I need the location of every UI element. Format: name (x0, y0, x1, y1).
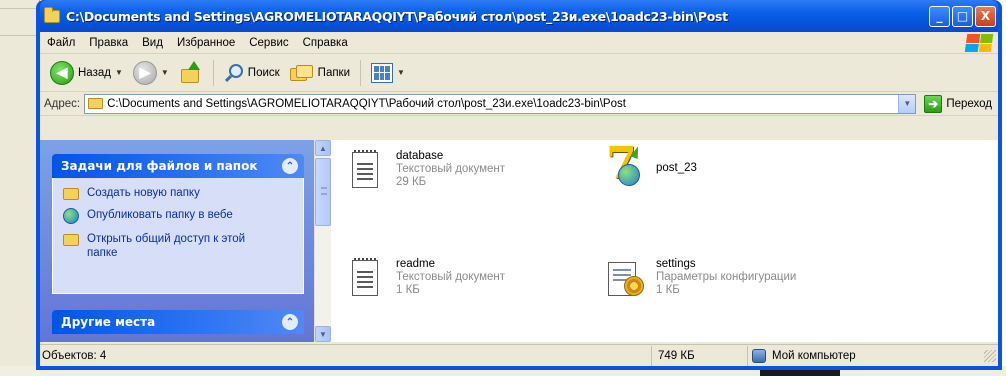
folder-icon (88, 98, 104, 109)
file-name: post_23 (656, 162, 697, 174)
menu-edit[interactable]: Правка (82, 37, 135, 49)
text-document-icon (346, 256, 386, 300)
go-label: Переход (946, 97, 992, 110)
window-client-area: Файл Правка Вид Избранное Сервис Справка… (40, 32, 998, 366)
my-computer-icon (752, 348, 766, 363)
address-dropdown-button[interactable]: ▼ (898, 94, 916, 113)
file-item[interactable]: 7 post_23 (606, 142, 697, 190)
maximize-button[interactable]: □ (952, 5, 973, 27)
application-icon: 7 (606, 142, 646, 190)
folders-icon (289, 63, 314, 83)
location-label: Мой компьютер (772, 349, 856, 362)
folders-label: Папки (317, 66, 351, 79)
folder-icon (44, 6, 60, 23)
standard-toolbar: ◀ Назад ▼ ▶ ▼ Поиск Папки ▼ (40, 54, 998, 92)
search-button[interactable]: Поиск (220, 58, 284, 88)
menu-help[interactable]: Справка (296, 37, 355, 49)
address-value[interactable]: C:\Documents and Settings\AGROMELIOTARAQ… (107, 98, 626, 110)
task-publish-web[interactable]: Опубликовать папку в вебе (63, 208, 303, 224)
folders-button[interactable]: Папки (286, 58, 354, 88)
windows-logo-icon (964, 34, 994, 52)
toolbar-separator (212, 59, 214, 86)
back-label: Назад (78, 66, 111, 79)
window-controls: _ □ X (929, 5, 996, 27)
file-type: Текстовый документ (396, 271, 506, 283)
share-folder-icon (63, 234, 79, 246)
views-icon (371, 62, 394, 83)
scroll-up-button[interactable]: ▲ (315, 140, 331, 156)
tasks-panel-body: Создать новую папку Опубликовать папку в… (52, 178, 304, 294)
content-area: Задачи для файлов и папок ⌃ Создать нову… (40, 140, 998, 342)
up-folder-button[interactable] (175, 58, 207, 88)
title-bar[interactable]: C:\Documents and Settings\AGROMELIOTARAQ… (40, 0, 998, 32)
collapse-chevron-icon[interactable]: ⌃ (282, 158, 298, 174)
file-item[interactable]: settings Параметры конфигурации 1 КБ (606, 256, 796, 300)
forward-arrow-icon: ▶ (132, 60, 157, 85)
window-title: C:\Documents and Settings\AGROMELIOTARAQ… (66, 8, 728, 24)
resize-grip-icon[interactable] (984, 349, 996, 362)
file-size: 1 КБ (656, 284, 680, 296)
explorer-window: C:\Documents and Settings\AGROMELIOTARAQ… (36, 0, 1002, 370)
task-pane-scrollbar[interactable]: ▲ ▼ (314, 140, 331, 342)
total-size: 749 КБ (652, 345, 748, 366)
file-type: Параметры конфигурации (656, 271, 797, 283)
file-name: database (396, 150, 444, 162)
address-label: Адрес: (44, 97, 81, 110)
menu-tools[interactable]: Сервис (242, 37, 295, 49)
address-field[interactable]: C:\Documents and Settings\AGROMELIOTARAQ… (84, 93, 917, 114)
task-label: Опубликовать папку в вебе (87, 209, 233, 221)
dropdown-arrow-icon[interactable]: ▼ (397, 68, 405, 77)
new-folder-icon (63, 188, 79, 200)
text-document-icon (346, 148, 386, 192)
toolbar-separator (360, 59, 362, 86)
task-share-folder[interactable]: Открыть общий доступ к этой папке (63, 232, 303, 260)
address-bar: Адрес: C:\Documents and Settings\AGROMEL… (40, 92, 998, 116)
dropdown-arrow-icon[interactable]: ▼ (115, 68, 123, 77)
file-type: Текстовый документ (396, 163, 506, 175)
menu-bar: Файл Правка Вид Избранное Сервис Справка (40, 32, 998, 54)
forward-button[interactable]: ▶ ▼ (129, 58, 173, 88)
file-size: 29 КБ (396, 176, 427, 188)
close-button[interactable]: X (975, 5, 996, 27)
web-publish-icon (63, 208, 79, 224)
scroll-thumb[interactable] (315, 158, 331, 226)
search-icon (224, 63, 244, 83)
file-item[interactable]: database Текстовый документ 29 КБ (346, 148, 505, 192)
views-button[interactable]: ▼ (367, 58, 409, 88)
go-arrow-icon: ➔ (924, 94, 943, 113)
status-bar: Объектов: 4 749 КБ Мой компьютер (40, 344, 998, 366)
task-label: Открыть общий доступ к этой папке (87, 233, 246, 259)
file-name: readme (396, 258, 435, 270)
search-label: Поиск (247, 66, 280, 79)
scroll-down-button[interactable]: ▼ (315, 326, 331, 342)
other-places-header[interactable]: Другие места ⌃ (52, 310, 304, 334)
file-name: settings (656, 258, 696, 270)
expand-chevron-icon[interactable]: ⌃ (282, 314, 298, 330)
minimize-button[interactable]: _ (929, 5, 950, 27)
task-pane: Задачи для файлов и папок ⌃ Создать нову… (40, 140, 314, 342)
tasks-panel-title: Задачи для файлов и папок (61, 159, 258, 173)
other-places-title: Другие места (61, 315, 156, 329)
menu-file[interactable]: Файл (40, 37, 82, 49)
desktop-background (0, 0, 40, 376)
task-create-folder[interactable]: Создать новую папку (63, 186, 303, 200)
location-indicator: Мой компьютер (748, 346, 968, 366)
tasks-panel-header[interactable]: Задачи для файлов и папок ⌃ (52, 154, 304, 178)
back-button[interactable]: ◀ Назад ▼ (46, 58, 127, 88)
up-folder-icon (179, 60, 203, 85)
config-settings-icon (606, 256, 646, 300)
file-size: 1 КБ (396, 284, 420, 296)
file-item[interactable]: readme Текстовый документ 1 КБ (346, 256, 505, 300)
object-count: Объектов: 4 (40, 345, 652, 366)
back-arrow-icon: ◀ (50, 60, 74, 85)
menu-view[interactable]: Вид (135, 37, 170, 49)
dropdown-arrow-icon[interactable]: ▼ (161, 68, 169, 77)
menu-favorites[interactable]: Избранное (170, 37, 242, 49)
task-label: Создать новую папку (87, 187, 200, 199)
go-button[interactable]: ➔ Переход (920, 94, 996, 113)
